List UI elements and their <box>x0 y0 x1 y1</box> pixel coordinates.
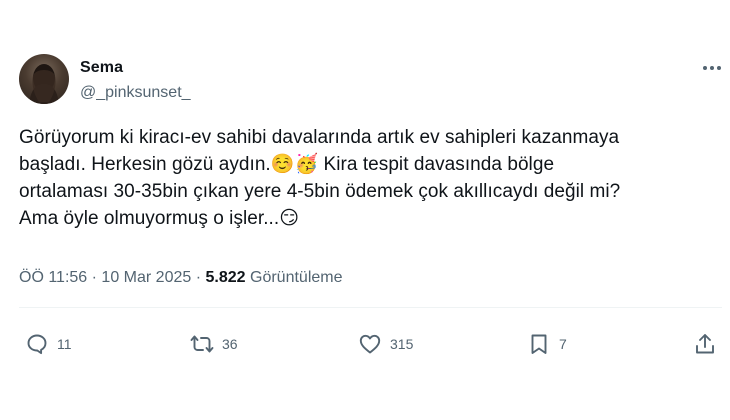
tweet-time[interactable]: ÖÖ 11:56 <box>19 269 87 286</box>
more-options-icon[interactable] <box>700 58 724 78</box>
reply-icon <box>27 334 47 355</box>
tweet-text: Görüyorum ki kiracı-ev sahibi davalarınd… <box>19 127 621 229</box>
like-count: 315 <box>390 336 414 352</box>
views-count: 5.822 <box>205 269 246 286</box>
meta-separator: · <box>91 269 97 286</box>
reply-count: 11 <box>57 336 72 352</box>
like-button[interactable]: 315 <box>358 330 413 358</box>
display-name[interactable]: Sema <box>80 59 123 77</box>
dot <box>717 66 721 70</box>
retweet-button[interactable]: 36 <box>190 330 238 358</box>
user-handle[interactable]: @_pinksunset_ <box>80 84 191 102</box>
bookmark-count: 7 <box>559 336 567 352</box>
reply-button[interactable]: 11 <box>25 330 72 358</box>
retweet-icon <box>190 335 214 353</box>
tweet-date[interactable]: 10 Mar 2025 <box>101 269 191 286</box>
retweet-count: 36 <box>222 336 238 352</box>
heart-icon <box>359 334 381 354</box>
share-icon <box>696 334 714 354</box>
avatar[interactable] <box>19 54 69 104</box>
bookmark-icon <box>531 334 547 354</box>
meta-separator: · <box>195 269 202 286</box>
dot <box>703 66 707 70</box>
divider <box>19 307 722 308</box>
tweet-meta: ÖÖ 11:56 · 10 Mar 2025 · 5.822 Görüntüle… <box>19 269 343 287</box>
views-label: Görüntüleme <box>250 269 343 286</box>
tweet-card: Sema @_pinksunset_ Görüyorum ki kiracı-e… <box>0 0 730 420</box>
avatar-image <box>29 64 59 104</box>
bookmark-button[interactable]: 7 <box>527 330 567 358</box>
share-button[interactable] <box>693 330 717 358</box>
dot <box>710 66 714 70</box>
